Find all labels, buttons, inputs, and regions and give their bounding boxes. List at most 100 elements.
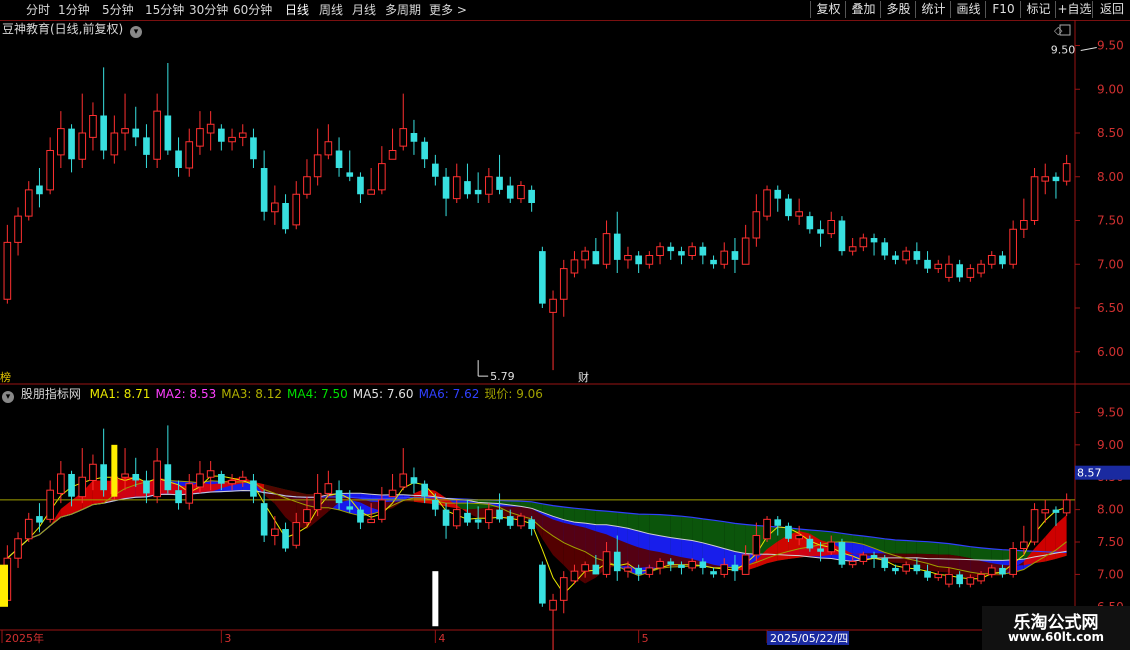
main-candle-21: [228, 136, 236, 143]
main-candle-19: [206, 123, 215, 134]
main-candle-43: [464, 181, 471, 195]
main-candle-3: [36, 185, 43, 195]
main-candle-72: [774, 189, 782, 199]
main-candle-64: [688, 246, 696, 256]
ind-tick-label-3: 8.00: [1097, 503, 1124, 517]
period-tab-3[interactable]: 15分钟: [145, 2, 184, 18]
main-candle-36: [388, 150, 397, 160]
ind-candle-35: [378, 499, 386, 520]
period-tab-8[interactable]: 月线: [352, 2, 376, 18]
period-tab-2[interactable]: 5分钟: [102, 2, 134, 18]
ind-candle-49: [528, 519, 535, 530]
period-tab-9[interactable]: 多周期: [385, 2, 421, 18]
ind-candle-56: [602, 551, 611, 575]
toolbar-button-2[interactable]: 多股: [880, 1, 916, 18]
toolbar-button-5[interactable]: F10: [985, 1, 1021, 18]
indicator-name: 股朋指标网: [20, 387, 81, 401]
ind-candle-5: [57, 473, 65, 494]
ind-candle-98: [1052, 509, 1060, 513]
main-candle-44: [474, 189, 482, 195]
ind-candle-42: [452, 509, 461, 527]
period-tab-1[interactable]: 1分钟: [58, 2, 90, 18]
period-tab-4[interactable]: 30分钟: [189, 2, 228, 18]
main-candle-41: [442, 176, 450, 199]
period-tab-0[interactable]: 分时: [26, 2, 50, 18]
main-candle-97: [1041, 176, 1050, 182]
period-tab-5[interactable]: 60分钟: [233, 2, 272, 18]
date-label-3: 5: [642, 632, 649, 645]
ind-candle-38: [410, 477, 418, 484]
indicator-chart[interactable]: 9.509.008.508.007.507.006.508.572025年345…: [0, 385, 1130, 650]
ind-candle-19: [206, 470, 215, 478]
period-tab-7[interactable]: 周线: [319, 2, 343, 18]
ind-candle-28: [303, 509, 311, 524]
toolbar-button-1[interactable]: 叠加: [845, 1, 881, 18]
toolbar-button-0[interactable]: 复权: [810, 1, 846, 18]
period-toolbar: 分时 1分钟 5分钟 15分钟 30分钟 60分钟 日线 周线 月线 多周期 更多 > 复权 叠加 多股统…: [0, 0, 1130, 21]
ind-candle-13: [143, 480, 150, 494]
main-candle-56: [602, 233, 611, 265]
main-candle-89: [956, 264, 963, 278]
main-candle-81: [870, 238, 878, 243]
ind-candle-30: [324, 483, 333, 494]
title-dropdown-icon[interactable]: ▾: [130, 26, 143, 38]
main-candle-71: [763, 189, 771, 217]
ind-tick-label-4: 7.50: [1097, 535, 1124, 549]
long-band-82: [884, 538, 896, 554]
period-tab-6[interactable]: 日线: [285, 2, 309, 18]
ind-tick-label-0: 9.50: [1097, 405, 1124, 419]
indicator-dropdown-icon[interactable]: ▾: [2, 391, 14, 403]
low-value-label: 5.79: [490, 370, 515, 383]
ind-candle-4: [46, 489, 54, 520]
ind-candle-33: [357, 509, 364, 523]
candlestick-chart[interactable]: 9.50 9.00 8.50 8.00 7.50 7.00 6.50 6.00 9.50 5.79…: [0, 20, 1130, 385]
main-candle-79: [848, 246, 857, 252]
main-candle-25: [271, 202, 279, 213]
toolbar-button-4[interactable]: 画线: [950, 1, 986, 18]
main-candle-93: [999, 255, 1006, 265]
ma-label-5: MA6: 7.62: [418, 387, 480, 401]
main-candle-4: [46, 150, 54, 191]
chart-title: 豆神教育(日线,前复权) ▾: [2, 22, 143, 38]
toolbar-button-7[interactable]: +自选: [1055, 1, 1093, 18]
ind-candle-77: [827, 541, 836, 553]
ind-candle-15: [164, 464, 172, 491]
main-candle-6: [68, 128, 75, 160]
ind-candle-55: [592, 564, 600, 575]
main-candle-51: [549, 298, 557, 313]
main-candle-88: [945, 263, 953, 278]
main-candle-17: [185, 141, 194, 169]
toolbar-button-6[interactable]: 标记: [1020, 1, 1056, 18]
main-candle-65: [699, 246, 707, 256]
main-candle-2: [24, 189, 33, 217]
ind-candle-21: [228, 479, 236, 485]
ind-candle-26: [282, 529, 289, 549]
ind-candle-90: [966, 577, 975, 585]
ind-candle-82: [881, 558, 889, 568]
main-candle-91: [977, 263, 985, 274]
ind-candle-62: [667, 561, 675, 565]
main-candle-12: [132, 128, 140, 138]
main-candle-52: [559, 268, 568, 300]
ind-candle-95: [1020, 541, 1028, 549]
main-candle-5: [57, 128, 65, 156]
ind-candle-46: [496, 509, 503, 520]
long-band-87: [938, 542, 949, 555]
main-candle-99: [1062, 163, 1071, 182]
ind-candle-31: [335, 490, 343, 504]
ind-candle-9: [100, 464, 107, 491]
toolbar-button-8[interactable]: 返回: [1092, 1, 1130, 18]
price-tick-label-6: 6.50: [1097, 301, 1124, 315]
main-candle-96: [1030, 176, 1039, 221]
ind-candle-23: [250, 480, 257, 497]
main-candle-1: [14, 215, 22, 243]
watermark-url: www.60lt.com: [1007, 630, 1105, 644]
main-candle-59: [635, 255, 642, 265]
short-band-51: [553, 519, 564, 566]
main-candle-29: [313, 154, 322, 178]
current-price-tag: 8.57: [1077, 467, 1102, 480]
toolbar-button-3[interactable]: 统计: [915, 1, 951, 18]
main-candle-77: [827, 220, 836, 235]
main-candle-42: [452, 176, 461, 200]
period-tab-10[interactable]: 更多 >: [429, 2, 467, 18]
